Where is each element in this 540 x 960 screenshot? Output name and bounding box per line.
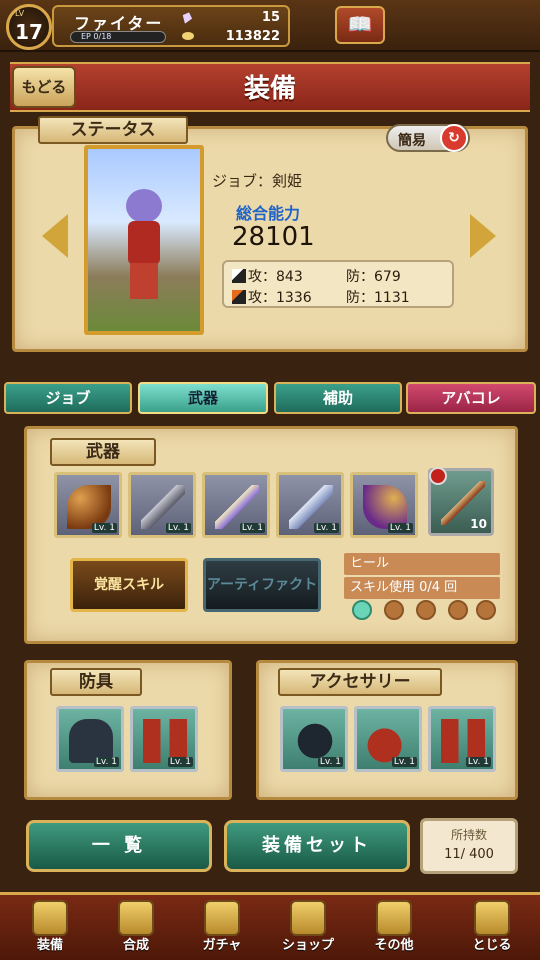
gacha-icon [204,900,240,936]
weapon-slot-1[interactable]: Lv. 1 [54,472,122,538]
equip-icon [32,900,68,936]
inventory-count-value: 11/ 400 [444,847,494,862]
slot-level: Lv. 1 [387,523,413,533]
weapon-tag: 武器 [50,438,156,466]
ep-text: EP 0/18 [81,32,112,41]
player-plate: ファイター EP 0/18 15 113822 [52,5,290,47]
skill-charge-dot [352,600,372,620]
slot-level: Lv. 1 [93,757,119,767]
tab-support[interactable]: 補助 [274,382,402,414]
equip-set-button[interactable]: 装備セット [224,820,410,872]
phys-atk: 攻：843 [248,269,303,285]
slot-level: Lv. 1 [165,523,191,533]
skill-charge-dot [448,600,468,620]
next-character-arrow[interactable] [470,214,496,258]
armor-slot-1[interactable]: Lv. 1 [56,706,124,772]
skill-use-count: スキル使用 0/4 回 [344,577,500,599]
staff-stat-icon [232,290,246,304]
nav-label: ショップ [281,938,334,953]
nav-gacha[interactable]: ガチャ [182,892,262,960]
character-figure [116,189,172,299]
nav-close[interactable]: とじる [452,892,532,960]
inventory-count-label: 所持数 [450,828,487,842]
phys-def: 防：679 [346,269,401,285]
nav-shop[interactable]: ショップ [268,892,348,960]
coin-count: 113822 [225,29,280,44]
page-title: 装備 [243,74,296,104]
book-menu-button[interactable]: 📖 [335,6,385,44]
level-badge: LV 17 [6,4,52,50]
gear-icon [376,900,412,936]
close-icon [474,900,510,936]
slot-level: Lv. 1 [465,757,491,767]
mag-atk: 攻：1336 [248,290,312,306]
coin-icon [182,32,194,40]
slot-level: Lv. 1 [167,757,193,767]
ep-bar: EP 0/18 [70,31,166,43]
accessory-tag: アクセサリー [278,668,442,696]
tab-avacolle[interactable]: アバコレ [406,382,536,414]
mag-def: 防：1131 [346,290,410,306]
weapon-slot-5[interactable]: Lv. 1 [350,472,418,538]
accessory-slot-1[interactable]: Lv. 1 [280,706,348,772]
armor-slot-2[interactable]: Lv. 1 [130,706,198,772]
nav-synthesis[interactable]: 合成 [96,892,176,960]
status-tag: ステータス [38,116,188,144]
accessory-slot-2[interactable]: Lv. 1 [354,706,422,772]
armor-tag: 防具 [50,668,142,696]
hammer-icon [118,900,154,936]
slot-level: Lv. 1 [239,523,265,533]
sword-stat-icon [232,269,246,283]
accessory-slot-3[interactable]: Lv. 1 [428,706,496,772]
level-prefix: LV [15,9,25,18]
slot-level: Lv. 1 [391,757,417,767]
simple-toggle-button[interactable]: 簡易 ↻ [386,124,470,152]
slot-level: Lv. 1 [317,757,343,767]
simple-label: 簡易 [398,133,426,149]
nav-label: とじる [472,938,512,953]
weapon-slot-4[interactable]: Lv. 1 [276,472,344,538]
gem-count: 15 [261,10,280,25]
nav-label: 装備 [36,938,63,953]
skill-name: ヒール [344,553,500,575]
inventory-count: 所持数 11/ 400 [420,818,518,874]
job-line: ジョブ：剣姫 [212,172,303,190]
nav-equip[interactable]: 装備 [10,892,90,960]
nav-label: その他 [374,938,414,953]
crystal-icon [290,900,326,936]
skill-charge-dot [384,600,404,620]
level-number: 17 [15,20,43,44]
skill-charge-dot [476,600,496,620]
artifact-button[interactable]: アーティファクト [203,558,321,612]
stat-box: 攻：843 防：679 攻：1336 防：1131 [222,260,454,308]
prev-character-arrow[interactable] [42,214,68,258]
support-weapon-slot[interactable]: 10 [428,467,494,536]
total-power-label: 総合能力 [236,204,301,223]
tab-weapon[interactable]: 武器 [138,382,268,414]
back-button[interactable]: もどる [12,66,76,108]
weapon-slot-3[interactable]: Lv. 1 [202,472,270,538]
awaken-skill-button[interactable]: 覚醒スキル [70,558,188,612]
total-power-value: 28101 [232,222,315,252]
tab-job[interactable]: ジョブ [4,382,132,414]
list-button[interactable]: 一 覧 [26,820,212,872]
character-portrait [84,145,204,335]
support-count: 10 [470,517,487,531]
skill-charge-dot [416,600,436,620]
gem-icon [180,11,194,26]
refresh-icon: ↻ [440,124,468,152]
nav-other[interactable]: その他 [354,892,434,960]
nav-label: ガチャ [202,938,242,953]
slot-level: Lv. 1 [313,523,339,533]
weapon-slot-2[interactable]: Lv. 1 [128,472,196,538]
nav-label: 合成 [122,938,149,953]
book-icon: 📖 [347,12,373,36]
slot-level: Lv. 1 [91,523,117,533]
